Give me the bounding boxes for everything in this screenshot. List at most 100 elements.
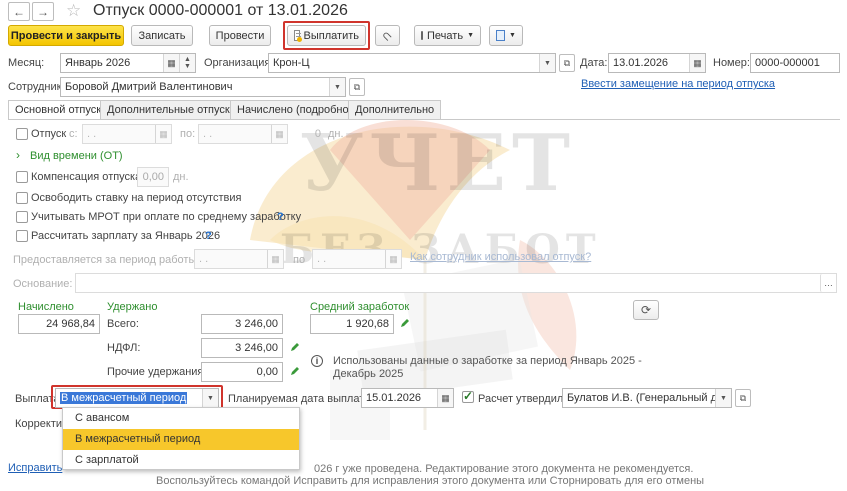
- post-button[interactable]: Провести: [209, 25, 271, 46]
- calc-approved-label: Расчет утвердил: [478, 393, 564, 405]
- compensation-checkbox[interactable]: [16, 171, 28, 183]
- work-period-to-label: по: [293, 254, 306, 266]
- calc-approved-checkbox[interactable]: [462, 389, 474, 403]
- corrector-label: Корректир: [15, 418, 69, 430]
- leave-from-calendar-icon[interactable]: ▦: [155, 125, 171, 143]
- organization-open-button[interactable]: ⧉: [559, 54, 575, 72]
- chevron-down-icon: ▼: [509, 32, 516, 39]
- info-icon: i: [311, 355, 323, 367]
- chevron-down-icon: ▼: [467, 32, 474, 39]
- month-label: Месяц:: [8, 57, 45, 69]
- planned-date-calendar-icon[interactable]: ▦: [437, 389, 453, 407]
- mrot-checkbox[interactable]: [16, 211, 28, 223]
- refresh-icon: ⟳: [640, 303, 652, 317]
- payout-value: В межрасчетный период: [60, 392, 188, 404]
- back-button[interactable]: ←: [8, 2, 30, 21]
- info-text-line2: Декабрь 2025: [333, 368, 404, 380]
- pay-button-label: Выплатить: [303, 29, 359, 42]
- compensation-field[interactable]: 0,00: [137, 167, 169, 187]
- number-field[interactable]: 0000-000001: [750, 53, 840, 73]
- forward-button[interactable]: →: [32, 2, 54, 21]
- planned-date-label: Планируемая дата выплаты:: [228, 393, 376, 405]
- accrued-field[interactable]: 24 968,84: [18, 314, 100, 334]
- payout-option-with-salary[interactable]: С зарплатой: [63, 450, 299, 471]
- employee-label: Сотрудник:: [8, 81, 65, 93]
- work-period-to-value: . .: [317, 253, 327, 265]
- ndfl-field[interactable]: 3 246,00: [201, 338, 283, 358]
- other-edit-pencil-icon[interactable]: [290, 366, 300, 376]
- leave-from-value: . .: [87, 128, 97, 140]
- record-button[interactable]: Записать: [131, 25, 193, 46]
- withheld-label: Удержано: [107, 301, 158, 313]
- approver-field[interactable]: Булатов И.В. (Генеральный дире: [562, 388, 732, 408]
- work-period-to-calendar-icon[interactable]: ▦: [385, 250, 401, 268]
- fix-link[interactable]: Исправить: [8, 462, 62, 474]
- planned-date-value: 15.01.2026: [366, 392, 422, 404]
- employee-field[interactable]: Боровой Дмитрий Валентинович: [60, 77, 346, 97]
- organization-value: Крон-Ц: [273, 57, 310, 69]
- ndfl-value: 3 246,00: [235, 342, 278, 354]
- basis-select-button[interactable]: …: [820, 274, 836, 292]
- tab-accrued-detailed[interactable]: Начислено (подробно): [230, 100, 360, 119]
- payout-dropdown-icon[interactable]: ▼: [202, 389, 218, 407]
- mrot-help-icon[interactable]: ?: [277, 210, 284, 224]
- post-and-close-button[interactable]: Провести и закрыть: [8, 25, 124, 46]
- date-calendar-icon[interactable]: ▦: [689, 54, 705, 72]
- calc-salary-label: Рассчитать зарплату за Январь 2026: [31, 230, 221, 242]
- leave-to-calendar-icon[interactable]: ▦: [271, 125, 287, 143]
- avg-earnings-field[interactable]: 1 920,68: [310, 314, 394, 334]
- leave-checkbox[interactable]: [16, 128, 28, 140]
- create-based-on-button[interactable]: ▼: [489, 25, 523, 46]
- paperclip-icon: ⊂: [378, 26, 397, 45]
- month-stepper[interactable]: ▲ ▼: [179, 54, 195, 72]
- compensation-label: Компенсация отпуска: [31, 171, 142, 183]
- free-rate-checkbox[interactable]: [16, 192, 28, 204]
- tab-additional-leave[interactable]: Дополнительные отпуска: [100, 100, 244, 119]
- payout-option-with-advance[interactable]: С авансом: [63, 408, 299, 429]
- work-period-from-calendar-icon[interactable]: ▦: [267, 250, 283, 268]
- how-used-link[interactable]: Как сотрудник использовал отпуск?: [410, 251, 591, 263]
- leave-days-field[interactable]: 0: [292, 124, 326, 144]
- date-label: Дата:: [580, 57, 608, 69]
- basis-field[interactable]: [75, 273, 837, 293]
- favorite-star-icon[interactable]: ☆: [66, 1, 81, 21]
- refresh-button[interactable]: ⟳: [633, 300, 659, 320]
- calc-salary-help-icon[interactable]: ?: [205, 229, 212, 243]
- free-rate-label: Освободить ставку на период отсутствия: [31, 192, 242, 204]
- attach-button[interactable]: ⊂: [375, 25, 400, 46]
- employee-value: Боровой Дмитрий Валентинович: [65, 81, 233, 93]
- calc-salary-checkbox[interactable]: [16, 230, 28, 242]
- approver-dropdown-icon[interactable]: ▼: [715, 389, 731, 407]
- organization-field[interactable]: Крон-Ц: [268, 53, 556, 73]
- tab-panel-border: [8, 119, 840, 120]
- employee-dropdown-icon[interactable]: ▼: [329, 78, 345, 96]
- time-type-link[interactable]: Вид времени (ОТ): [30, 149, 123, 163]
- payout-select[interactable]: В межрасчетный период: [55, 388, 219, 408]
- mrot-label: Учитывать МРОТ при оплате по среднему за…: [31, 211, 302, 223]
- print-button-label: Печать: [427, 29, 464, 42]
- tab-main-leave[interactable]: Основной отпуск: [8, 100, 109, 120]
- work-period-label: Предоставляется за период работы с:: [13, 254, 208, 266]
- pay-button[interactable]: Выплатить: [287, 25, 366, 46]
- avg-earnings-value: 1 920,68: [346, 318, 389, 330]
- payout-option-interim[interactable]: В межрасчетный период: [63, 429, 299, 450]
- organization-dropdown-icon[interactable]: ▼: [539, 54, 555, 72]
- print-button[interactable]: Печать ▼: [414, 25, 481, 46]
- avg-edit-pencil-icon[interactable]: [400, 318, 410, 328]
- number-value: 0000-000001: [755, 57, 820, 69]
- chevron-right-icon: ›: [16, 148, 20, 162]
- avg-earnings-label: Средний заработок: [310, 301, 410, 313]
- employee-open-button[interactable]: ⧉: [349, 78, 365, 96]
- approver-open-button[interactable]: ⧉: [735, 389, 751, 407]
- replace-link[interactable]: Ввести замещение на период отпуска: [581, 78, 775, 90]
- leave-to-value: . .: [203, 128, 213, 140]
- leave-days-unit: дн.: [328, 128, 344, 140]
- total-field[interactable]: 3 246,00: [201, 314, 283, 334]
- other-withholdings-field[interactable]: 0,00: [201, 362, 283, 382]
- tab-additional[interactable]: Дополнительно: [348, 100, 442, 119]
- month-calendar-icon[interactable]: ▦: [163, 54, 179, 72]
- ndfl-edit-pencil-icon[interactable]: [290, 342, 300, 352]
- leave-days-value: 0: [314, 128, 321, 140]
- create-doc-icon: [496, 30, 506, 41]
- month-value: Январь 2026: [65, 57, 131, 69]
